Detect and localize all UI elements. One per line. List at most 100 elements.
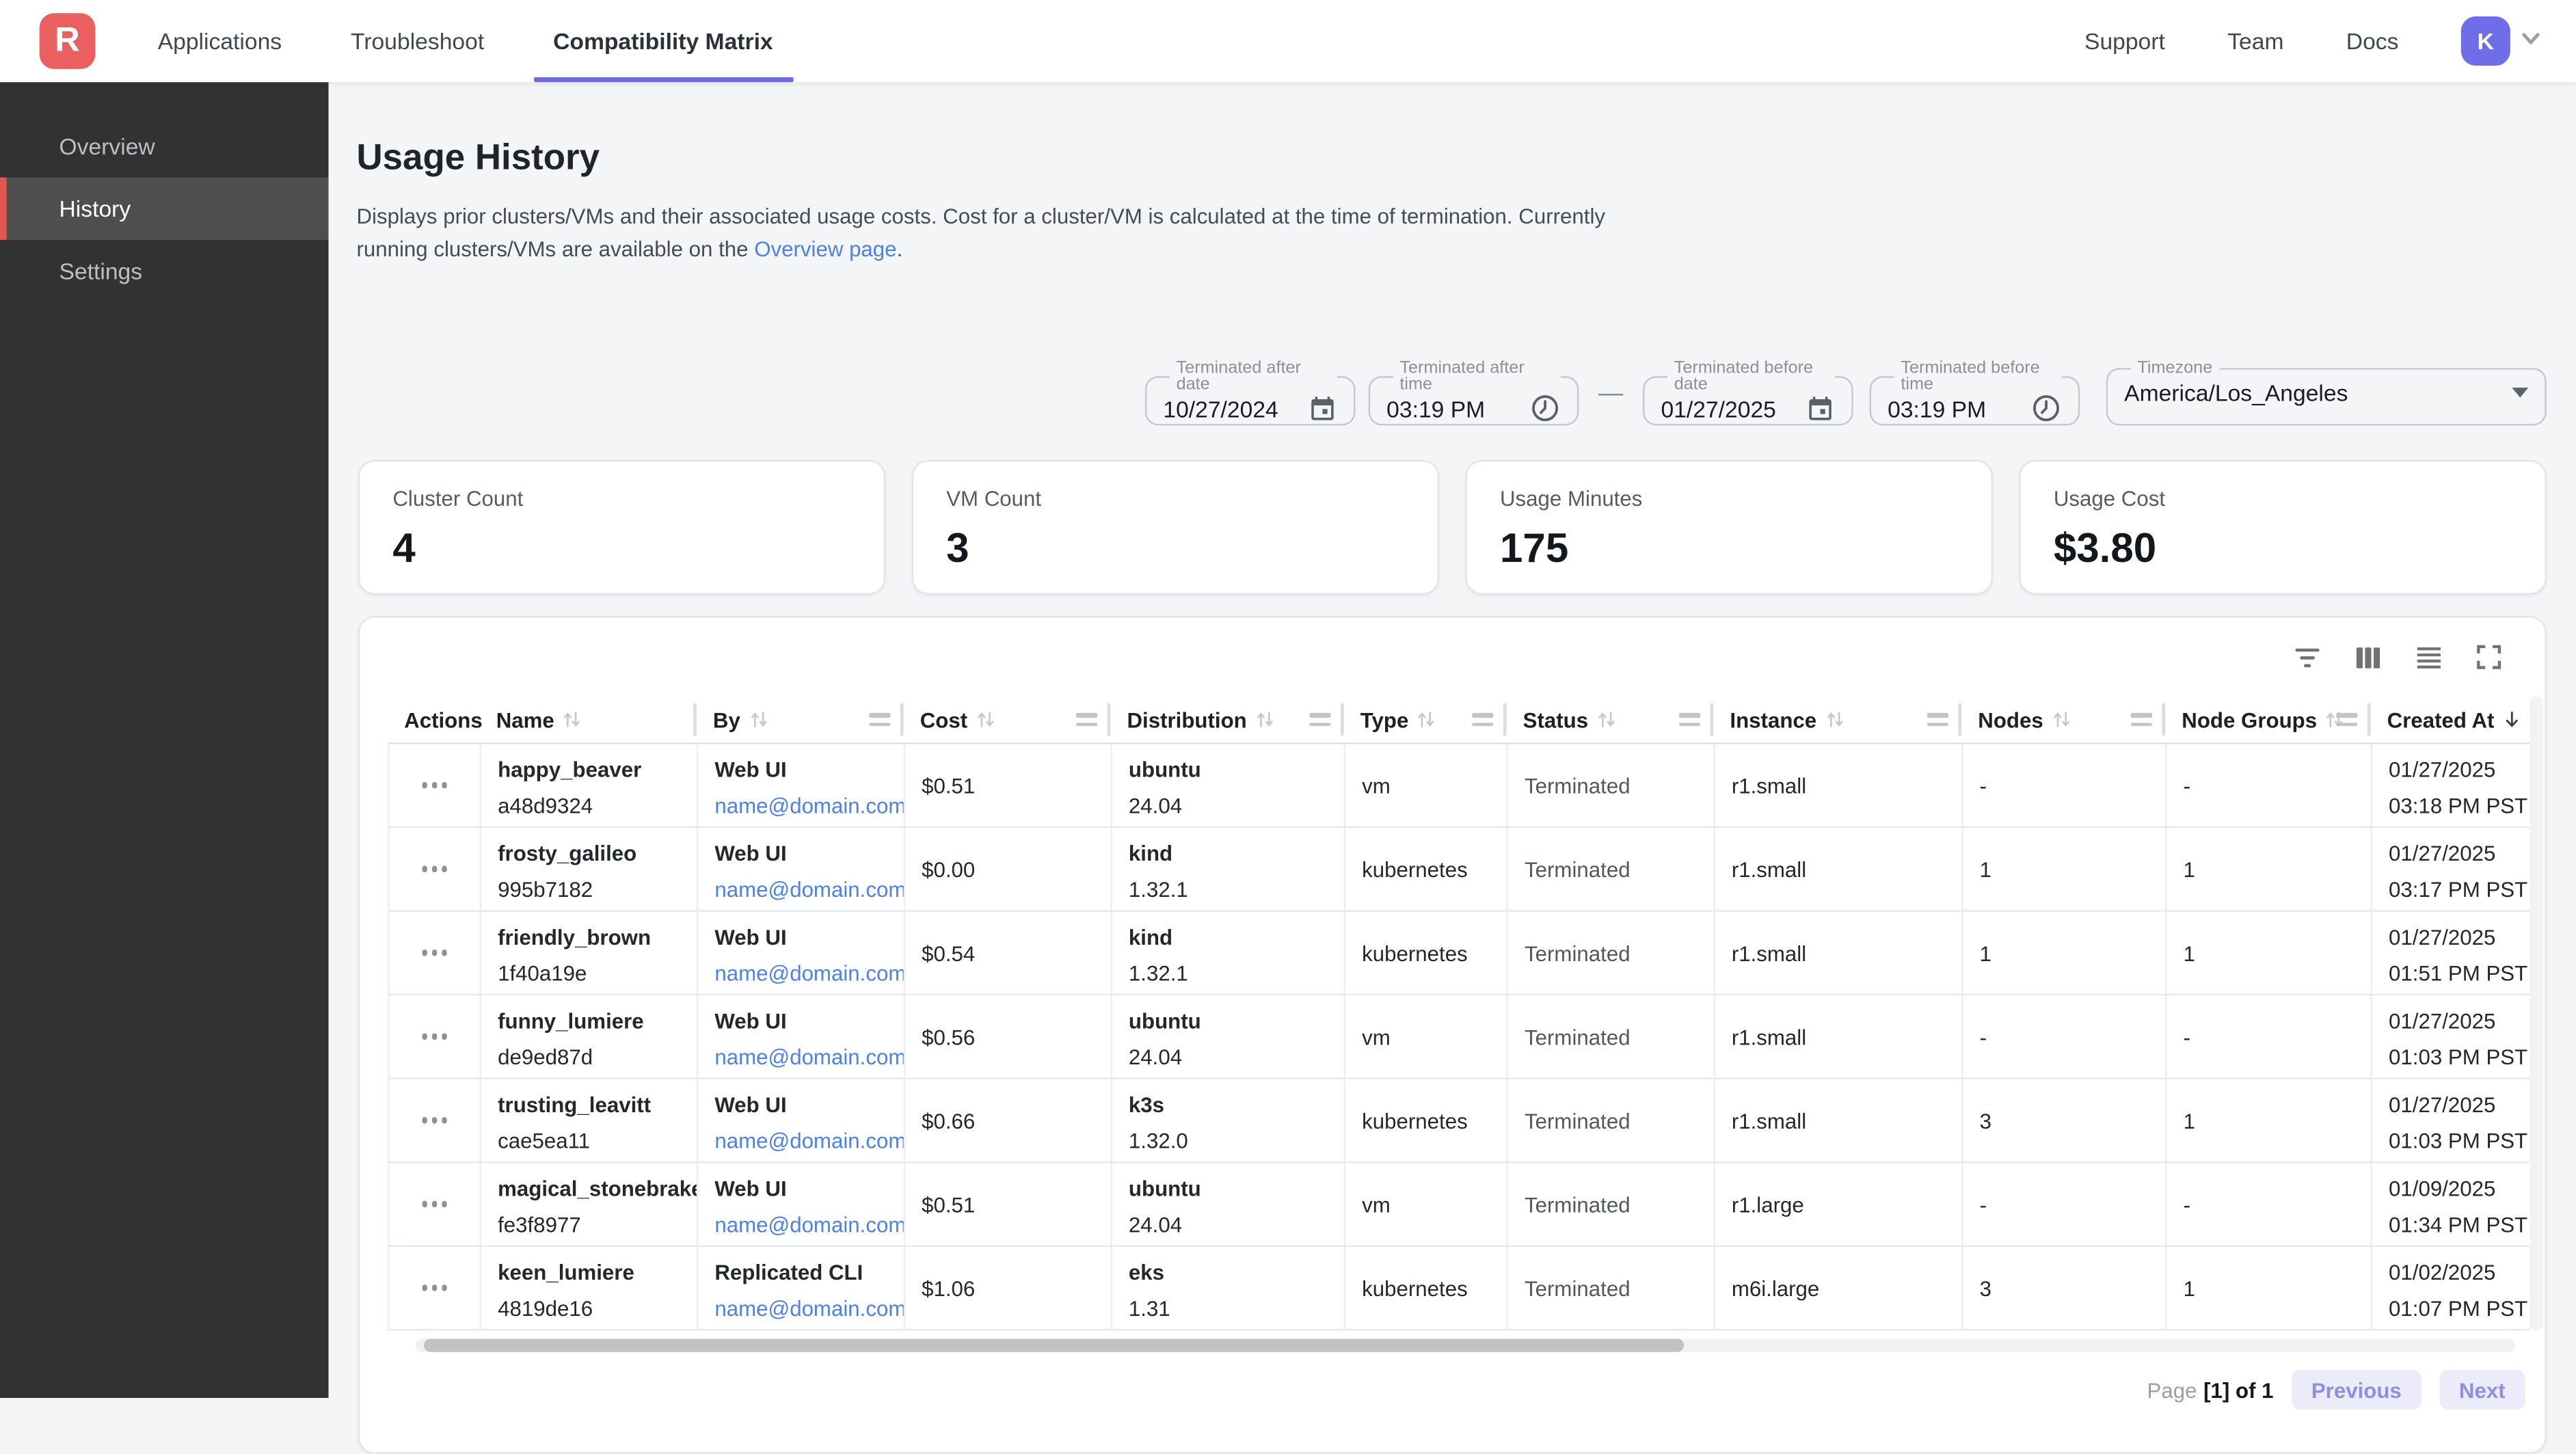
cluster-name: magical_stonebraker bbox=[498, 1176, 690, 1201]
cell-instance: r1.small bbox=[1715, 744, 1963, 826]
created-date: 01/02/2025 bbox=[2389, 1260, 2523, 1284]
cell-nodes: - bbox=[1963, 1163, 2167, 1245]
row-actions-button[interactable] bbox=[390, 828, 482, 910]
cell-instance: m6i.large bbox=[1715, 1247, 1963, 1329]
summary-cards: Cluster Count 4 VM Count 3 Usage Minutes… bbox=[358, 460, 2547, 595]
cell-status: Terminated bbox=[1508, 1079, 1715, 1161]
terminated-after-date-field[interactable]: Terminated after date 10/27/2024 bbox=[1145, 360, 1356, 425]
row-actions-button[interactable] bbox=[390, 1247, 482, 1329]
nav-link-support[interactable]: Support bbox=[2084, 28, 2165, 54]
terminated-before-date-field[interactable]: Terminated before date 01/27/2025 bbox=[1643, 360, 1853, 425]
tab-troubleshoot[interactable]: Troubleshoot bbox=[351, 0, 484, 82]
column-header-by[interactable]: By bbox=[697, 697, 904, 742]
column-header-instance[interactable]: Instance bbox=[1713, 697, 1961, 742]
cell-instance: r1.small bbox=[1715, 912, 1963, 994]
status-badge: Terminated bbox=[1525, 1276, 1631, 1300]
email-link[interactable]: name@domain.com bbox=[714, 1129, 897, 1153]
column-header-created_at[interactable]: Created At bbox=[2371, 697, 2530, 742]
sort-icon bbox=[747, 708, 770, 731]
row-actions-button[interactable] bbox=[390, 1079, 482, 1161]
email-link[interactable]: name@domain.com bbox=[714, 961, 897, 986]
column-menu-icon[interactable] bbox=[2131, 713, 2152, 726]
user-menu[interactable]: K bbox=[2461, 16, 2543, 66]
instance-value: r1.small bbox=[1732, 941, 1806, 965]
fullscreen-icon[interactable] bbox=[2473, 641, 2506, 673]
column-header-name[interactable]: Name bbox=[480, 697, 697, 742]
overview-page-link[interactable]: Overview page bbox=[754, 237, 896, 261]
dropdown-arrow-icon[interactable] bbox=[2512, 387, 2528, 396]
column-header-nodes[interactable]: Nodes bbox=[1961, 697, 2165, 742]
row-actions-button[interactable] bbox=[390, 744, 482, 826]
description-text: Displays prior clusters/VMs and their as… bbox=[356, 204, 1605, 261]
nav-link-docs[interactable]: Docs bbox=[2346, 28, 2399, 54]
column-header-cost[interactable]: Cost bbox=[904, 697, 1111, 742]
instance-value: r1.small bbox=[1732, 1108, 1806, 1133]
type-value: vm bbox=[1362, 1192, 1391, 1216]
cost-value: $0.66 bbox=[922, 1108, 975, 1133]
ellipsis-icon bbox=[431, 1034, 437, 1039]
chevron-down-icon[interactable] bbox=[2519, 26, 2543, 55]
cluster-name: frosty_galileo bbox=[498, 841, 690, 865]
field-value[interactable]: 03:19 PM bbox=[1386, 395, 1485, 421]
tab-applications[interactable]: Applications bbox=[158, 0, 282, 82]
sidebar-item-overview[interactable]: Overview bbox=[0, 115, 329, 177]
ellipsis-icon bbox=[442, 782, 447, 787]
row-actions-button[interactable] bbox=[390, 912, 482, 994]
terminated-after-time-field[interactable]: Terminated after time 03:19 PM bbox=[1369, 360, 1579, 425]
email-link[interactable]: name@domain.com bbox=[714, 1212, 897, 1237]
column-header-node_groups[interactable]: Node Groups bbox=[2165, 697, 2370, 742]
vertical-scrollbar[interactable] bbox=[2530, 697, 2543, 1331]
sidebar-item-history[interactable]: History bbox=[0, 178, 329, 240]
type-value: vm bbox=[1362, 1024, 1391, 1049]
node-groups-value: - bbox=[2184, 1024, 2190, 1049]
row-actions-button[interactable] bbox=[390, 1163, 482, 1245]
email-link[interactable]: name@domain.com bbox=[714, 794, 897, 818]
app-logo[interactable]: R bbox=[40, 13, 96, 69]
cell-instance: r1.small bbox=[1715, 828, 1963, 910]
filter-icon[interactable] bbox=[2290, 641, 2323, 673]
email-link[interactable]: name@domain.com bbox=[714, 877, 897, 902]
column-menu-icon[interactable] bbox=[1309, 713, 1330, 726]
column-menu-icon[interactable] bbox=[869, 713, 890, 726]
field-value[interactable]: 03:19 PM bbox=[1888, 395, 1986, 421]
clock-icon[interactable] bbox=[2030, 392, 2062, 424]
sort-icon bbox=[1415, 708, 1438, 731]
email-link[interactable]: name@domain.com bbox=[714, 1296, 897, 1321]
density-icon[interactable] bbox=[2412, 641, 2445, 673]
field-value[interactable]: 01/27/2025 bbox=[1661, 395, 1775, 421]
distribution-version: 24.04 bbox=[1129, 794, 1337, 818]
terminated-before-time-field[interactable]: Terminated before time 03:19 PM bbox=[1870, 360, 2080, 425]
nav-tabs: Applications Troubleshoot Compatibility … bbox=[158, 0, 773, 82]
horizontal-scrollbar-thumb[interactable] bbox=[424, 1338, 1684, 1351]
created-time: 01:07 PM PST bbox=[2389, 1296, 2523, 1321]
column-menu-icon[interactable] bbox=[2336, 713, 2357, 726]
previous-button[interactable]: Previous bbox=[2292, 1370, 2421, 1410]
type-value: kubernetes bbox=[1362, 941, 1468, 965]
column-menu-icon[interactable] bbox=[1679, 713, 1700, 726]
timezone-select[interactable]: Timezone America/Los_Angeles bbox=[2106, 360, 2547, 425]
distribution-version: 1.32.1 bbox=[1129, 961, 1337, 986]
row-actions-button[interactable] bbox=[390, 995, 482, 1077]
column-header-type[interactable]: Type bbox=[1344, 697, 1507, 742]
nav-link-team[interactable]: Team bbox=[2227, 28, 2283, 54]
cell-by: Web UIname@domain.com bbox=[698, 912, 905, 994]
clock-icon[interactable] bbox=[1529, 392, 1561, 424]
sidebar-item-settings[interactable]: Settings bbox=[0, 240, 329, 302]
email-link[interactable]: name@domain.com bbox=[714, 1045, 897, 1069]
calendar-icon[interactable] bbox=[1308, 394, 1337, 423]
tab-compatibility-matrix[interactable]: Compatibility Matrix bbox=[553, 0, 773, 82]
column-header-distribution[interactable]: Distribution bbox=[1110, 697, 1343, 742]
field-value[interactable]: 10/27/2024 bbox=[1163, 395, 1278, 421]
table-row: friendly_brown1f40a19eWeb UIname@domain.… bbox=[388, 912, 2530, 996]
column-label: Nodes bbox=[1978, 708, 2043, 732]
column-menu-icon[interactable] bbox=[1076, 713, 1097, 726]
column-menu-icon[interactable] bbox=[1927, 713, 1948, 726]
columns-icon[interactable] bbox=[2351, 641, 2384, 673]
calendar-icon[interactable] bbox=[1806, 394, 1835, 423]
column-menu-icon[interactable] bbox=[1472, 713, 1493, 726]
horizontal-scrollbar[interactable] bbox=[416, 1338, 2515, 1351]
avatar[interactable]: K bbox=[2461, 16, 2510, 66]
field-value[interactable]: America/Los_Angeles bbox=[2124, 379, 2348, 405]
column-header-status[interactable]: Status bbox=[1507, 697, 1714, 742]
next-button[interactable]: Next bbox=[2439, 1370, 2525, 1410]
